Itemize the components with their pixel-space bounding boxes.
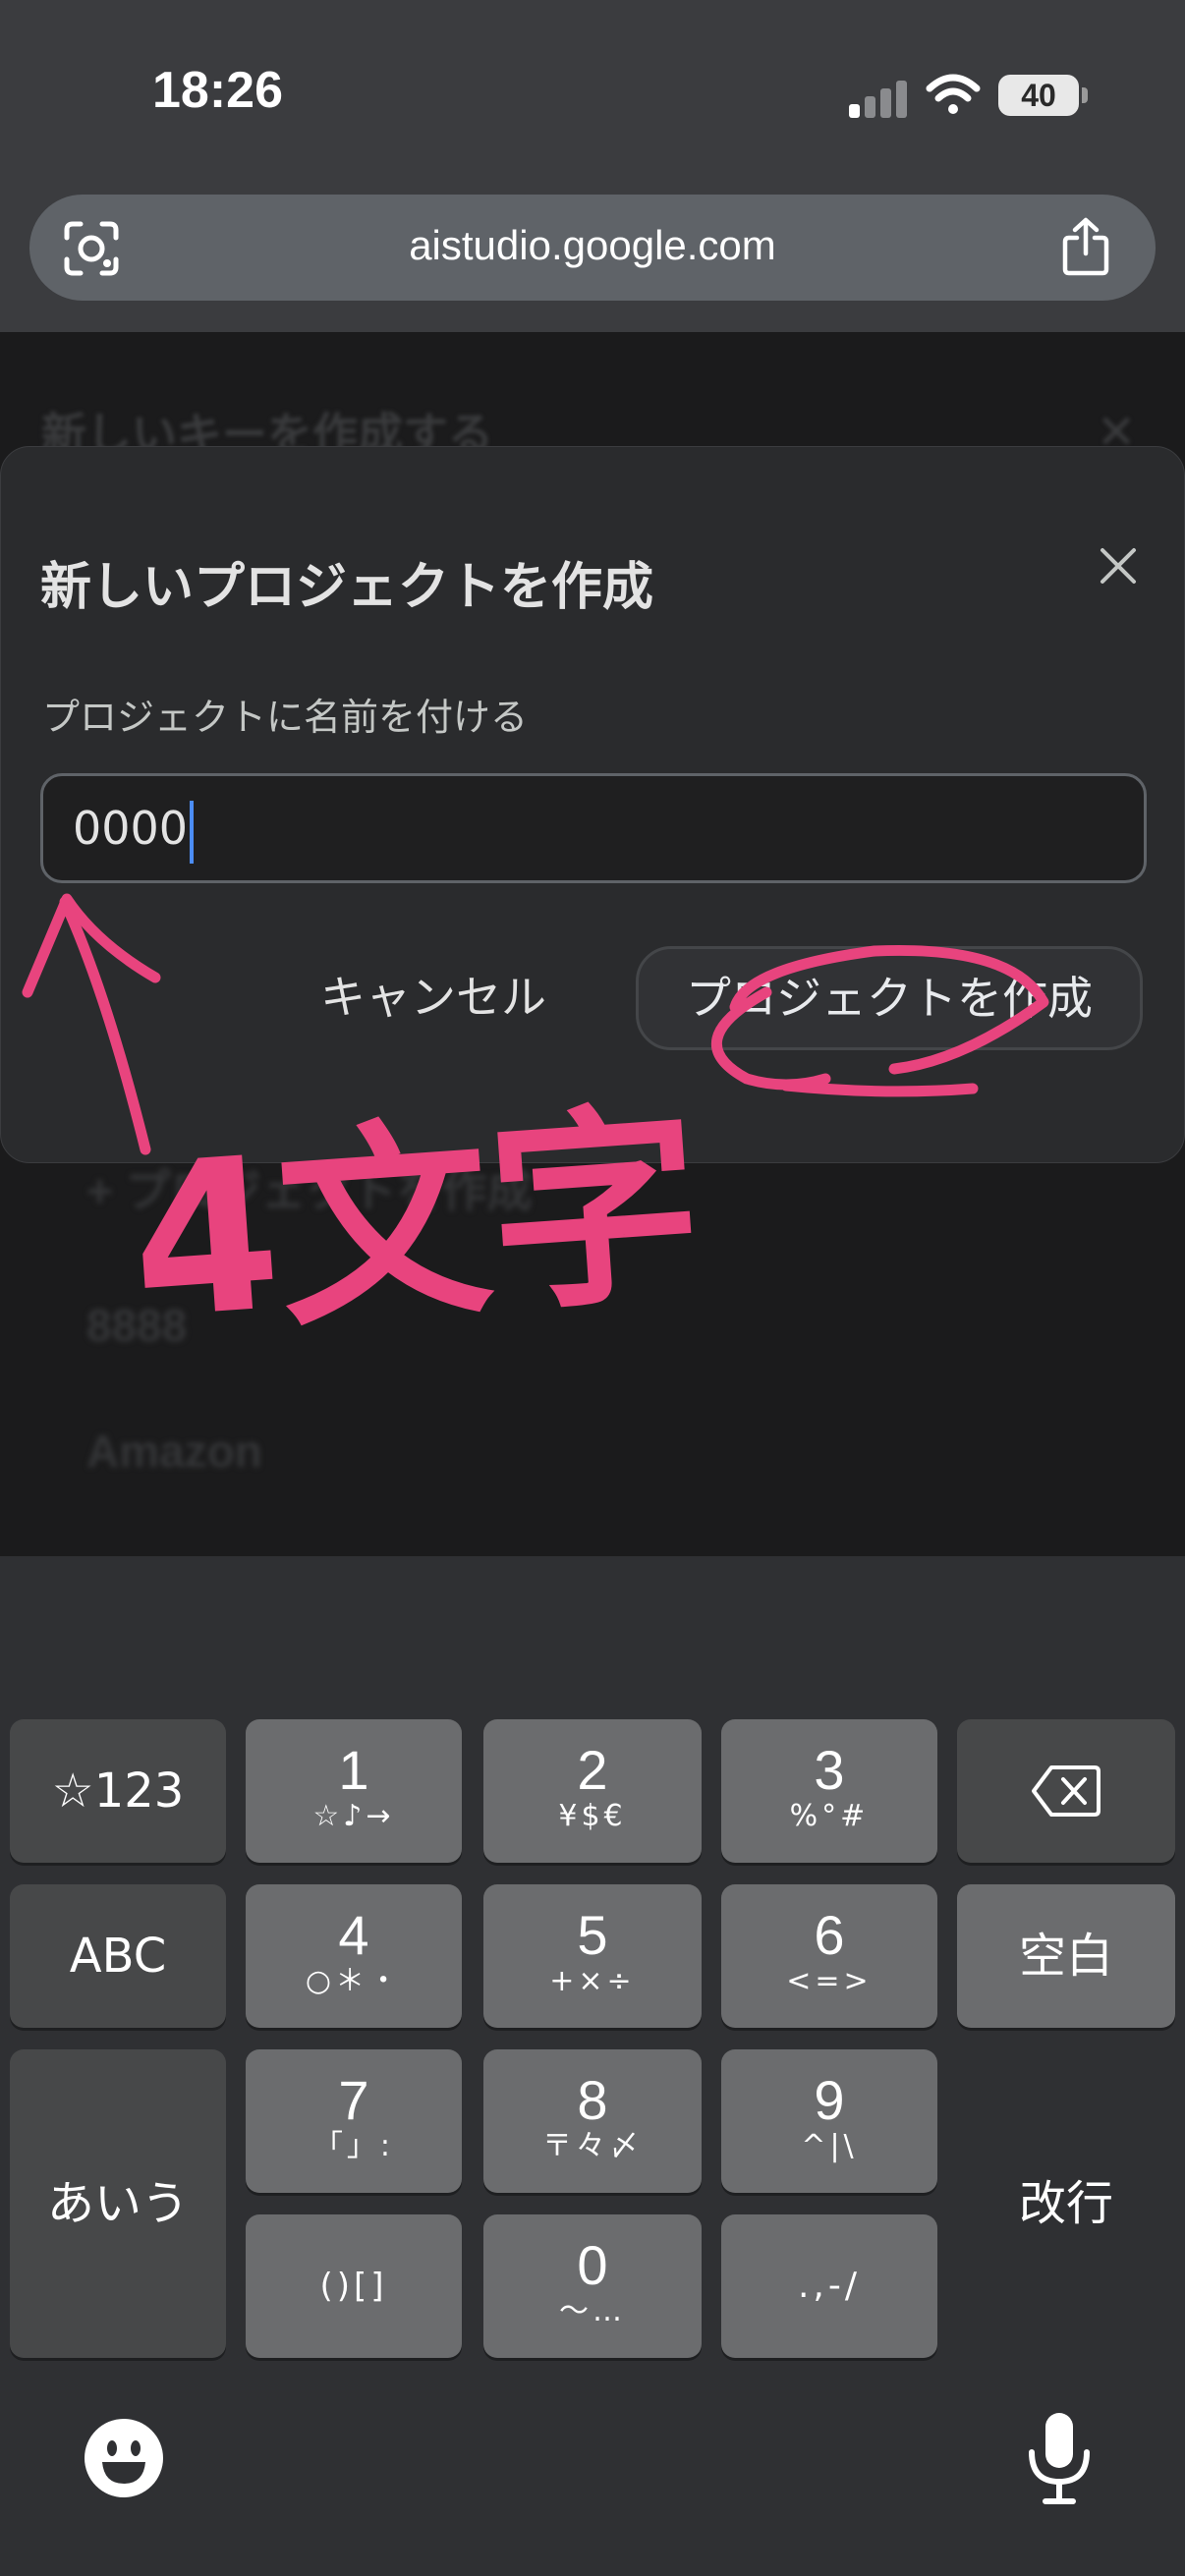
microphone-icon[interactable] (1024, 2411, 1095, 2505)
close-icon[interactable] (1094, 541, 1143, 590)
background-list-item: 8888 (86, 1300, 188, 1351)
project-name-input[interactable]: 0000 (40, 773, 1147, 883)
camera-lens-icon[interactable] (63, 220, 120, 277)
key-backspace[interactable] (957, 1719, 1175, 1863)
key-punctuation[interactable]: .,-/ (721, 2214, 937, 2358)
text-caret (190, 800, 195, 864)
cellular-signal-icon (849, 79, 908, 118)
key-9[interactable]: 9 ^|\ (721, 2049, 937, 2193)
key-parentheses[interactable]: ()[] (246, 2214, 462, 2358)
background-list-item: + プロジェクトを作成 (86, 1165, 533, 1216)
share-icon[interactable] (1059, 216, 1112, 277)
project-name-label: プロジェクトに名前を付ける (42, 698, 529, 739)
battery-indicator: 40 (998, 75, 1088, 116)
key-5[interactable]: 5 +×÷ (483, 1884, 702, 2028)
address-bar[interactable]: aistudio.google.com (29, 195, 1156, 301)
emoji-icon[interactable] (83, 2417, 165, 2499)
cancel-button[interactable]: キャンセル (296, 948, 571, 1046)
screen: 18:26 40 aistudio.google.com 新しいキーを作成する (0, 0, 1185, 2576)
status-time: 18:26 (152, 62, 283, 119)
create-project-dialog: 新しいプロジェクトを作成 プロジェクトに名前を付ける 0000 キャンセル プロ… (0, 446, 1185, 1163)
key-return[interactable]: 改行 (957, 2049, 1175, 2358)
key-1[interactable]: 1 ☆♪→ (246, 1719, 462, 1863)
key-7[interactable]: 7 「」: (246, 2049, 462, 2193)
key-symbols[interactable]: ☆123 (10, 1719, 226, 1863)
key-space[interactable]: 空白 (957, 1884, 1175, 2028)
key-6[interactable]: 6 <=> (721, 1884, 937, 2028)
project-name-value: 0000 (73, 802, 189, 855)
key-8[interactable]: 8 〒々〆 (483, 2049, 702, 2193)
background-list-item: Amazon (86, 1426, 262, 1477)
url-text: aistudio.google.com (409, 222, 776, 268)
key-2[interactable]: 2 ¥$€ (483, 1719, 702, 1863)
key-3[interactable]: 3 %°# (721, 1719, 937, 1863)
backspace-icon (1032, 1765, 1100, 1817)
key-4[interactable]: 4 ○＊・ (246, 1884, 462, 2028)
key-kana[interactable]: あいう (10, 2049, 226, 2358)
key-abc[interactable]: ABC (10, 1884, 226, 2028)
browser-chrome: 18:26 40 aistudio.google.com (0, 0, 1185, 332)
wifi-icon (926, 74, 981, 114)
key-0[interactable]: 0 〜… (483, 2214, 702, 2358)
dialog-title: 新しいプロジェクトを作成 (40, 559, 654, 616)
create-project-button[interactable]: プロジェクトを作成 (636, 946, 1143, 1050)
